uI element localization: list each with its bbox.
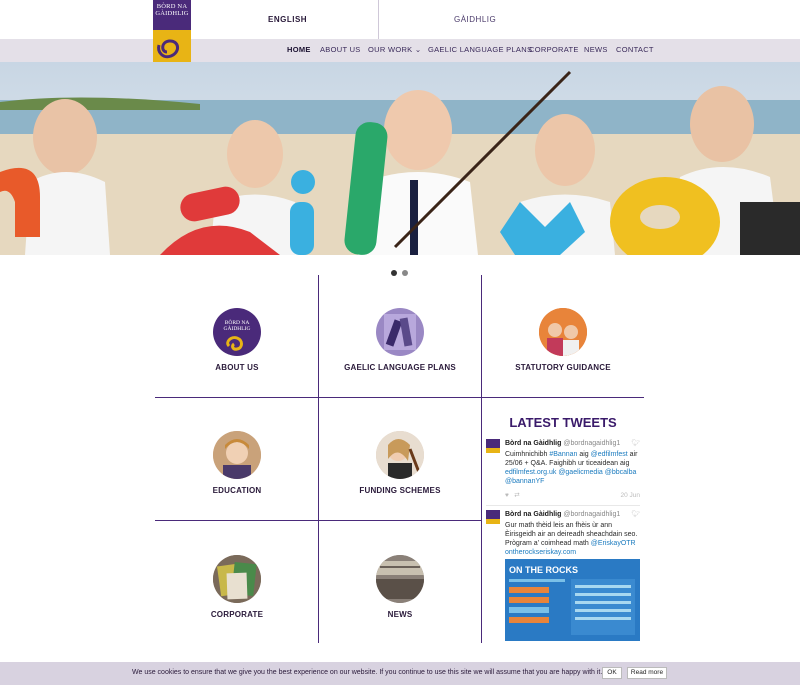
nav-our-work[interactable]: OUR WORK ⌄ bbox=[368, 45, 421, 54]
latest-tweets-title: LATEST TWEETS bbox=[509, 415, 617, 430]
tweet-url-link[interactable]: ontherockseriskay.com bbox=[505, 549, 576, 556]
education-photo-icon bbox=[213, 431, 261, 479]
tweet-text: Cuimhnichibh #Bannan aig @edfilmfest air… bbox=[505, 450, 640, 486]
nav-news[interactable]: NEWS bbox=[584, 45, 608, 54]
tweet-handle[interactable]: @bordnagaidhlig1 bbox=[563, 440, 620, 447]
tweet-mention-link[interactable]: @bbcalba bbox=[605, 469, 637, 476]
tile-statutory-guidance[interactable]: STATUTORY GUIDANCE bbox=[482, 308, 644, 373]
slider-dots bbox=[391, 263, 413, 281]
tile-news[interactable]: NEWS bbox=[319, 555, 481, 620]
tweet-author[interactable]: Bòrd na Gàidhlig bbox=[505, 511, 561, 518]
tweet-mention-link[interactable]: @EriskayOTR bbox=[591, 540, 636, 547]
tweet-item: 🐦︎ Bòrd na Gàidhlig @bordnagaidhlig1 Gur… bbox=[486, 510, 640, 557]
guidance-photo-icon bbox=[539, 308, 587, 356]
tweet-meta: ♥ ⇄ 20 Jun bbox=[505, 491, 640, 500]
tile-gaelic-language-plans[interactable]: GAELIC LANGUAGE PLANS bbox=[319, 308, 481, 373]
twitter-avatar[interactable] bbox=[486, 510, 500, 524]
tweet-mention-link[interactable]: @gaelicmedia bbox=[558, 469, 602, 476]
svg-text:GÀIDHLIG: GÀIDHLIG bbox=[224, 324, 251, 332]
cookie-ok-button[interactable]: OK bbox=[602, 667, 622, 679]
nav-our-work-label: OUR WORK bbox=[368, 45, 413, 54]
nav-about-us[interactable]: ABOUT US bbox=[320, 45, 361, 54]
tile-about-us[interactable]: BÒRD NA GÀIDHLIG ABOUT US bbox=[156, 308, 318, 373]
news-photo-icon bbox=[376, 555, 424, 603]
retweet-icon[interactable]: ⇄ bbox=[514, 492, 519, 499]
tweet-text-part: aig bbox=[577, 451, 591, 458]
plans-photo-icon bbox=[376, 308, 424, 356]
top-bar bbox=[0, 0, 800, 39]
hero-slider-image[interactable] bbox=[0, 62, 800, 255]
logo-text: BÒRD NA GÀIDHLIG bbox=[155, 3, 189, 17]
tile-label: ABOUT US bbox=[215, 363, 259, 372]
tweet-hashtag-link[interactable]: #Bannan bbox=[549, 451, 577, 458]
tile-funding-schemes[interactable]: FUNDING SCHEMES bbox=[319, 431, 481, 496]
grid-divider-h1 bbox=[155, 397, 644, 398]
lang-divider bbox=[378, 0, 379, 39]
tweet-handle[interactable]: @bordnagaidhlig1 bbox=[563, 511, 620, 518]
tweet-media-image[interactable]: ON THE ROCKS bbox=[505, 559, 640, 641]
tweet-mention-link[interactable]: @bannanYF bbox=[505, 478, 544, 485]
chevron-down-icon: ⌄ bbox=[414, 45, 422, 54]
twitter-bird-icon[interactable]: 🐦︎ bbox=[631, 439, 640, 448]
tweet-date[interactable]: 20 Jun bbox=[620, 491, 640, 500]
tile-corporate[interactable]: CORPORATE bbox=[156, 555, 318, 620]
tweet-text-part: Cuimhnichibh bbox=[505, 451, 550, 458]
nav-corporate[interactable]: CORPORATE bbox=[529, 45, 579, 54]
grid-divider-h2 bbox=[155, 520, 482, 521]
tweet-separator bbox=[486, 505, 640, 506]
tweet-url-link[interactable]: edfilmfest.org.uk bbox=[505, 469, 556, 476]
slider-dot-1[interactable] bbox=[391, 270, 397, 276]
tile-label: CORPORATE bbox=[210, 610, 264, 619]
tile-label: EDUCATION bbox=[212, 486, 262, 495]
corporate-photo-icon bbox=[213, 555, 261, 603]
tile-label: FUNDING SCHEMES bbox=[359, 486, 441, 495]
tweet-text: Gur math thèid leis an fhèis ùr ann Èiri… bbox=[505, 521, 640, 557]
nav-home[interactable]: HOME bbox=[287, 45, 311, 54]
nav-gaelic-language-plans[interactable]: GAELIC LANGUAGE PLANS bbox=[428, 45, 532, 54]
svg-text:BÒRD NA: BÒRD NA bbox=[225, 318, 250, 326]
lang-english-link[interactable]: ENGLISH bbox=[268, 15, 307, 24]
cookie-read-more-button[interactable]: Read more bbox=[627, 667, 667, 679]
heart-icon[interactable]: ♥ bbox=[505, 492, 509, 499]
logo-swirl-icon bbox=[153, 30, 191, 62]
tweet-image-title: ON THE ROCKS bbox=[509, 565, 578, 575]
tile-label: GAELIC LANGUAGE PLANS bbox=[344, 363, 456, 372]
twitter-avatar[interactable] bbox=[486, 439, 500, 453]
nav-contact[interactable]: CONTACT bbox=[616, 45, 654, 54]
cookie-text: We use cookies to ensure that we give yo… bbox=[132, 669, 603, 676]
tile-education[interactable]: EDUCATION bbox=[156, 431, 318, 496]
funding-photo-icon bbox=[376, 431, 424, 479]
about-us-logo-icon: BÒRD NA GÀIDHLIG bbox=[213, 308, 261, 356]
tweet-mention-link[interactable]: @edfilmfest bbox=[591, 451, 628, 458]
tile-label: STATUTORY GUIDANCE bbox=[515, 363, 611, 372]
tweet-author[interactable]: Bòrd na Gàidhlig bbox=[505, 440, 561, 447]
twitter-bird-icon[interactable]: 🐦︎ bbox=[631, 510, 640, 519]
tile-label: NEWS bbox=[387, 610, 413, 619]
slider-dot-2[interactable] bbox=[402, 270, 408, 276]
site-logo[interactable]: BÒRD NA GÀIDHLIG bbox=[153, 0, 191, 62]
tweet-item: 🐦︎ Bòrd na Gàidhlig @bordnagaidhlig1 Cui… bbox=[486, 439, 640, 500]
lang-gaelic-link[interactable]: GÀIDHLIG bbox=[454, 15, 496, 24]
